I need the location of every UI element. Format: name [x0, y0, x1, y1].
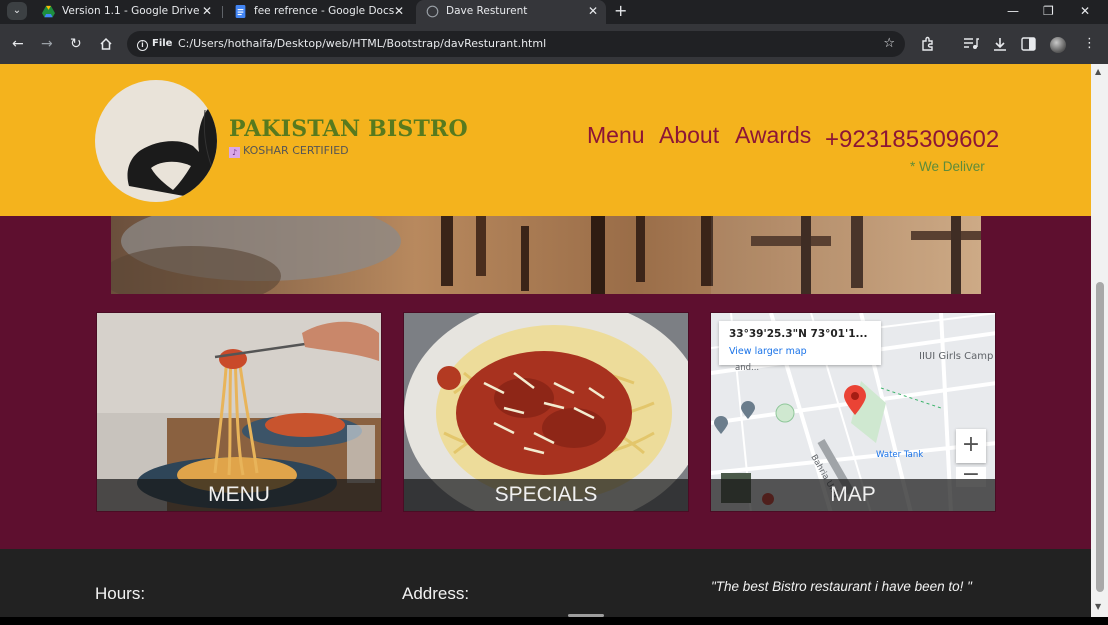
we-deliver-note: * We Deliver: [910, 159, 985, 174]
menu-card[interactable]: MENU: [96, 312, 382, 512]
map-coordinates: 33°39'25.3"N 73°01'1...: [729, 328, 868, 340]
forward-arrow-icon[interactable]: →: [41, 35, 53, 53]
browser-toolbar: ← → ↻ i File C:/Users/hothaifa/Desktop/we…: [0, 24, 1108, 64]
minimize-button[interactable]: —: [1007, 0, 1019, 22]
map-poi-icon: [741, 401, 755, 419]
download-icon[interactable]: [992, 36, 1008, 52]
page-scrollbar[interactable]: ▲ ▼: [1091, 64, 1108, 617]
map-zoom-in-button[interactable]: +: [956, 429, 986, 463]
chef-silhouette-icon: [127, 100, 217, 202]
tab-close-icon[interactable]: ✕: [394, 0, 404, 22]
scroll-up-arrow-icon[interactable]: ▲: [1095, 67, 1101, 76]
certified-label: KOSHAR CERTIFIED: [243, 144, 349, 157]
avatar[interactable]: [1050, 37, 1066, 53]
home-icon[interactable]: [99, 37, 113, 51]
kebab-menu-icon[interactable]: ⋮: [1083, 35, 1096, 53]
extensions-icon[interactable]: [920, 36, 936, 52]
reload-icon[interactable]: ↻: [70, 35, 82, 53]
site-header: PAKISTAN BISTRO ♪ KOSHAR CERTIFIED Menu A…: [0, 64, 1091, 216]
site-info-chip[interactable]: i File: [133, 34, 178, 54]
new-tab-button[interactable]: +: [614, 0, 627, 22]
specials-card[interactable]: SPECIALS: [403, 312, 689, 512]
bistro-logo[interactable]: [95, 80, 217, 202]
map-caption[interactable]: MAP: [711, 479, 995, 511]
tab-google-docs[interactable]: fee refrence - Google Docs ✕: [224, 0, 412, 24]
tab-close-icon[interactable]: ✕: [202, 0, 212, 22]
tab-close-icon[interactable]: ✕: [588, 0, 598, 22]
gesture-handle: [568, 614, 604, 617]
media-controls-icon[interactable]: [963, 37, 979, 51]
tab-google-drive[interactable]: Version 1.1 - Google Drive ✕: [32, 0, 220, 24]
restore-button[interactable]: ❐: [1043, 0, 1054, 22]
specials-caption[interactable]: SPECIALS: [404, 479, 688, 511]
view-larger-map-link[interactable]: View larger map: [729, 346, 807, 357]
menu-caption[interactable]: MENU: [97, 479, 381, 511]
testimonial-quote: "The best Bistro restaurant i have been …: [711, 579, 972, 594]
scrollbar-thumb[interactable]: [1096, 282, 1104, 592]
nav-menu[interactable]: Menu: [587, 122, 645, 149]
koshar-certified: ♪ KOSHAR CERTIFIED: [229, 144, 349, 158]
taskbar-strip: [0, 617, 1108, 625]
nav-about[interactable]: About: [659, 122, 719, 149]
restaurant-interior-image: [111, 216, 981, 294]
side-panel-icon[interactable]: [1021, 37, 1036, 51]
tab-title: Dave Resturent: [446, 5, 528, 17]
tab-title: fee refrence - Google Docs: [254, 5, 395, 17]
address-bar[interactable]: i File C:/Users/hothaifa/Desktop/web/HTML…: [127, 31, 905, 57]
url-text: C:/Users/hothaifa/Desktop/web/HTML/Boots…: [178, 37, 547, 50]
address-heading: Address:: [402, 584, 470, 603]
map-label: and...: [735, 363, 760, 373]
file-label: File: [152, 38, 173, 49]
site-footer: Hours: Address: "The best Bistro restaur…: [0, 549, 1091, 617]
globe-icon: [426, 5, 439, 18]
brand-name[interactable]: PAKISTAN BISTRO: [229, 116, 468, 142]
map-label: IIUI Girls Camp: [919, 351, 994, 362]
tab-title: Version 1.1 - Google Drive: [62, 5, 200, 17]
hero-image: [111, 216, 981, 294]
tab-divider: [222, 6, 223, 18]
tab-strip: ⌄ Version 1.1 - Google Drive ✕ fee refre…: [0, 0, 1108, 24]
scroll-down-arrow-icon[interactable]: ▼: [1095, 602, 1101, 611]
info-icon: i: [137, 40, 148, 51]
tab-dave-resturent[interactable]: Dave Resturent ✕: [416, 0, 606, 24]
map-info-popup: 33°39'25.3"N 73°01'1... View larger map: [719, 321, 881, 365]
hours-heading: Hours:: [95, 584, 146, 603]
certified-badge-icon: ♪: [229, 147, 240, 158]
nav-awards[interactable]: Awards: [735, 122, 811, 149]
map-poi-icon: [714, 416, 728, 434]
back-arrow-icon[interactable]: ←: [12, 35, 24, 53]
google-drive-icon: [42, 5, 55, 18]
close-window-button[interactable]: ✕: [1080, 0, 1090, 22]
phone-number[interactable]: +923185309602: [825, 126, 999, 154]
bookmark-star-icon[interactable]: ☆: [883, 31, 895, 57]
map-label: Water Tank: [876, 450, 924, 460]
map-pin-icon[interactable]: [844, 385, 866, 415]
tab-search-button[interactable]: ⌄: [7, 2, 27, 20]
google-docs-icon: [235, 5, 246, 18]
page-viewport: PAKISTAN BISTRO ♪ KOSHAR CERTIFIED Menu A…: [0, 64, 1091, 617]
map-card[interactable]: 33°39'25.3"N 73°01'1... View larger map …: [710, 312, 996, 512]
